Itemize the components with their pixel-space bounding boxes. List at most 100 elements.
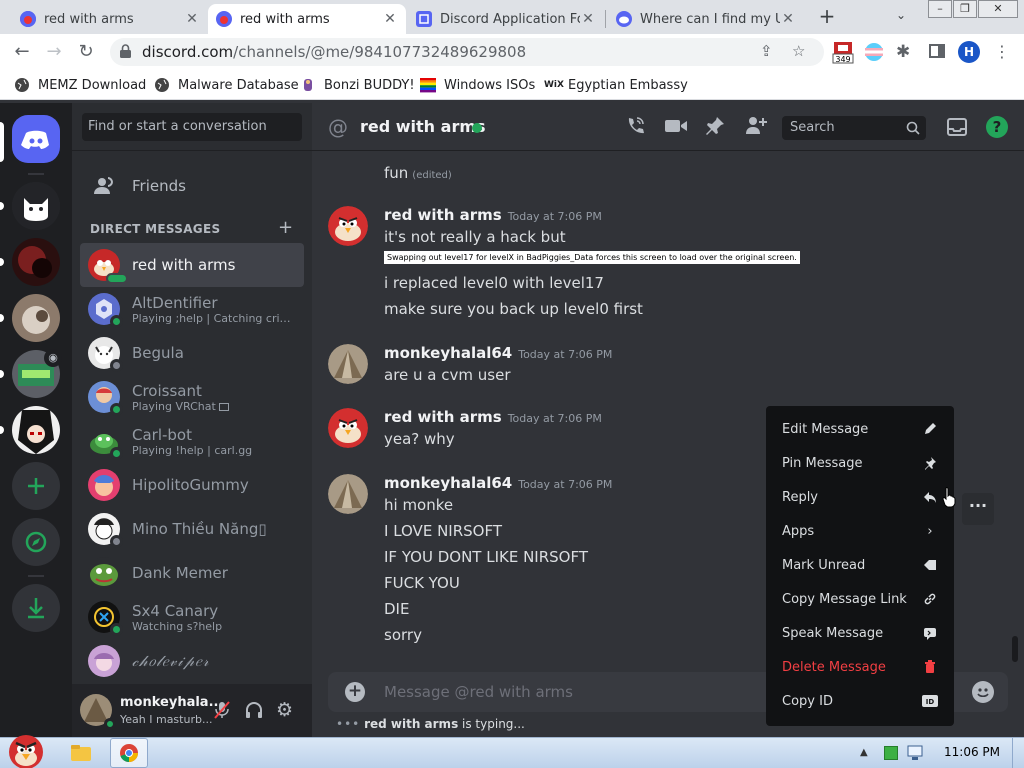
- url-text: discord.com/channels/@me/984107732489629…: [142, 43, 527, 61]
- home-discord-icon[interactable]: [12, 115, 60, 163]
- avatar: [88, 293, 123, 328]
- pinned-messages-icon[interactable]: [704, 115, 726, 141]
- extensions-puzzle-icon[interactable]: ✱: [896, 42, 916, 62]
- create-dm-plus-icon[interactable]: +: [278, 217, 293, 238]
- tray-expand-icon[interactable]: ▲: [860, 747, 868, 758]
- avatar[interactable]: [328, 344, 368, 384]
- browser-tab[interactable]: red with arms ✕: [12, 4, 208, 34]
- server-icon[interactable]: [12, 238, 60, 286]
- menu-item-copy-id[interactable]: Copy ID ID: [774, 684, 946, 718]
- minimize-button[interactable]: –: [928, 0, 952, 18]
- headphones-icon[interactable]: [244, 700, 264, 724]
- new-tab-button[interactable]: +: [816, 6, 838, 28]
- server-icon[interactable]: [12, 182, 60, 230]
- attached-image-caption[interactable]: Swapping out level17 for levelX in BadPi…: [384, 251, 800, 264]
- muted-mic-icon[interactable]: [212, 700, 232, 724]
- back-arrow-icon[interactable]: ←: [10, 40, 34, 64]
- tray-status-icon[interactable]: [884, 746, 898, 760]
- dm-item[interactable]: 𝒸𝒽𝑜𝓁𝑒𝓋𝒾𝓅𝑒𝓇: [80, 639, 304, 683]
- server-icon[interactable]: [12, 294, 60, 342]
- menu-item-speak-message[interactable]: Speak Message: [774, 616, 946, 650]
- message-author[interactable]: red with arms Today at 7:06 PM: [384, 408, 602, 426]
- bookmark-item[interactable]: WiX Egyptian Embassy: [544, 77, 688, 93]
- video-call-icon[interactable]: [664, 116, 688, 140]
- tab-separator: [605, 10, 606, 28]
- add-server-button[interactable]: [12, 462, 60, 510]
- help-icon[interactable]: ?: [986, 116, 1008, 138]
- message-author[interactable]: red with arms Today at 7:06 PM: [384, 206, 602, 224]
- find-conversation-input[interactable]: Find or start a conversation: [82, 113, 302, 141]
- dm-item[interactable]: red with arms: [80, 243, 304, 287]
- explorer-taskbar-icon[interactable]: [70, 743, 92, 767]
- dm-item[interactable]: Begula: [80, 331, 304, 375]
- explore-compass-icon[interactable]: [12, 518, 60, 566]
- settings-gear-icon[interactable]: ⚙: [276, 699, 293, 721]
- kebab-menu-icon[interactable]: ⋮: [990, 40, 1014, 64]
- dm-item[interactable]: Carl-bot Playing !help | carl.gg: [80, 419, 304, 463]
- dm-item[interactable]: AltDentifier Playing ;help | Catching cri…: [80, 287, 304, 331]
- maximize-button[interactable]: ❐: [953, 0, 977, 18]
- dm-item[interactable]: Croissant Playing VRChat: [80, 375, 304, 419]
- voice-call-icon[interactable]: [624, 115, 646, 141]
- message-more-button[interactable]: ···: [962, 493, 994, 525]
- bookmark-item[interactable]: Windows ISOs: [420, 77, 535, 93]
- menu-item-reply[interactable]: Reply: [774, 480, 946, 514]
- chrome-taskbar-button[interactable]: [110, 738, 148, 768]
- dm-item[interactable]: Sx4 Canary Watching s?help: [80, 595, 304, 639]
- close-tab-icon[interactable]: ✕: [184, 11, 200, 27]
- emoji-picker-icon[interactable]: [972, 681, 994, 703]
- username: monkeyhala...: [120, 695, 224, 710]
- avatar[interactable]: [328, 408, 368, 448]
- calendar-extension-icon[interactable]: 349: [832, 40, 854, 64]
- forward-arrow-icon[interactable]: →: [42, 40, 66, 64]
- tab-search-chevron-icon[interactable]: ⌄: [896, 8, 906, 22]
- custom-status: Yeah I masturb...: [120, 713, 213, 726]
- menu-item-delete-message[interactable]: Delete Message: [774, 650, 946, 684]
- add-friend-to-dm-icon[interactable]: [744, 114, 768, 140]
- share-icon[interactable]: ⇪: [760, 42, 773, 60]
- dm-item[interactable]: Dank Memer: [80, 551, 304, 595]
- menu-item-pin-message[interactable]: Pin Message: [774, 446, 946, 480]
- reply-icon: [922, 489, 938, 505]
- attach-plus-icon[interactable]: +: [345, 682, 365, 702]
- scrollbar-thumb[interactable]: [1012, 636, 1018, 662]
- side-panel-icon[interactable]: [928, 42, 948, 62]
- close-tab-icon[interactable]: ✕: [382, 11, 398, 27]
- bookmark-item[interactable]: Bonzi BUDDY!: [300, 77, 415, 93]
- server-icon[interactable]: [12, 406, 60, 454]
- message-author[interactable]: monkeyhalal64 Today at 7:06 PM: [384, 474, 612, 492]
- chevron-right-icon: ›: [927, 523, 933, 539]
- search-input[interactable]: Search: [782, 116, 926, 140]
- bookmark-item[interactable]: MEMZ Download: [14, 77, 146, 93]
- address-bar[interactable]: discord.com/channels/@me/984107732489629…: [110, 38, 824, 66]
- profile-avatar[interactable]: H: [958, 41, 980, 63]
- menu-item-apps[interactable]: Apps ›: [774, 514, 946, 548]
- dm-item[interactable]: HipolitoGummy: [80, 463, 304, 507]
- avatar[interactable]: [328, 474, 368, 514]
- close-tab-icon[interactable]: ✕: [780, 11, 796, 27]
- browser-tab[interactable]: Discord Application Fo ✕: [408, 4, 604, 34]
- menu-item-mark-unread[interactable]: Mark Unread: [774, 548, 946, 582]
- trans-flag-extension-icon[interactable]: [864, 42, 884, 62]
- message-author[interactable]: monkeyhalal64 Today at 7:06 PM: [384, 344, 612, 362]
- inbox-icon[interactable]: [946, 116, 968, 142]
- browser-tab-active[interactable]: red with arms ✕: [208, 4, 406, 34]
- message-text: it's not really a hack but: [384, 228, 566, 246]
- menu-item-edit-message[interactable]: Edit Message: [774, 412, 946, 446]
- bookmark-item[interactable]: Malware Database: [154, 77, 299, 93]
- close-window-button[interactable]: ✕: [978, 0, 1018, 18]
- friends-nav-item[interactable]: Friends: [80, 165, 304, 207]
- browser-tab[interactable]: Where can I find my Us ✕: [608, 4, 804, 34]
- bookmark-star-icon[interactable]: ☆: [792, 42, 805, 60]
- show-desktop-button[interactable]: [1012, 738, 1024, 768]
- start-button-angry-bird-icon[interactable]: [2, 730, 50, 768]
- link-icon: [922, 591, 938, 607]
- network-icon[interactable]: [906, 745, 926, 765]
- close-tab-icon[interactable]: ✕: [580, 11, 596, 27]
- download-apps-icon[interactable]: [12, 584, 60, 632]
- menu-item-copy-message-link[interactable]: Copy Message Link: [774, 582, 946, 616]
- dm-item[interactable]: Mino Thiều Năng▯: [80, 507, 304, 551]
- clock-time[interactable]: 11:06 PM: [944, 745, 1000, 759]
- avatar[interactable]: [328, 206, 368, 246]
- reload-icon[interactable]: ↻: [74, 40, 98, 64]
